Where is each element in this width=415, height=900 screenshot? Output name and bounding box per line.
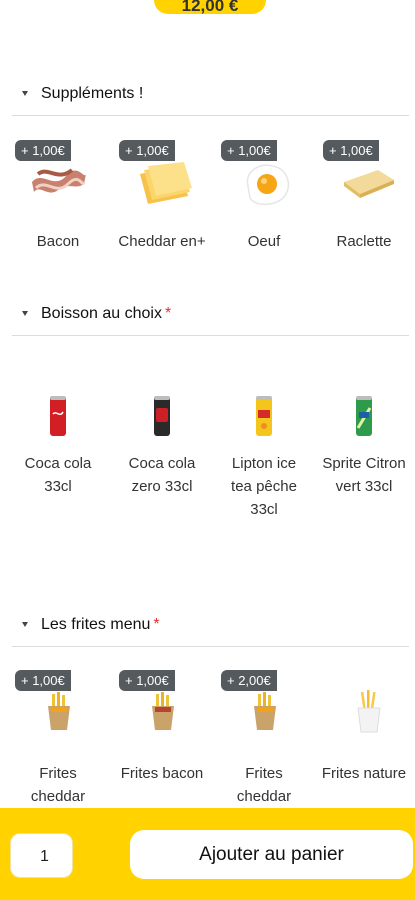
price-badge: + 1,00€ xyxy=(323,140,379,161)
option-label: Bacon xyxy=(36,233,80,250)
required-marker: * xyxy=(153,616,160,633)
caret-down-icon xyxy=(22,311,28,316)
lipton-can-image xyxy=(256,396,272,436)
option-label: Oeuf xyxy=(247,233,281,250)
option-label-line1: Coca cola xyxy=(128,455,196,472)
fries-cheddar-image xyxy=(254,692,276,730)
option-label-line2: zero 33cl xyxy=(131,478,193,495)
section-supplements: Suppléments ! xyxy=(0,80,415,116)
option-sprite[interactable]: Sprite Citron vert 33cl xyxy=(312,390,415,500)
add-to-cart-button[interactable]: Ajouter au panier xyxy=(130,830,413,879)
price-badge: + 1,00€ xyxy=(221,140,277,161)
option-cheddar[interactable]: + 1,00€ Cheddar en+ xyxy=(110,140,214,260)
option-label-line1: Coca cola xyxy=(24,455,92,472)
coca-cola-can-image xyxy=(50,396,66,436)
price-badge: + 1,00€ xyxy=(15,140,71,161)
option-label-line1: Frites xyxy=(39,765,77,782)
section-title: Boisson au choix * xyxy=(41,305,171,323)
price-badge: + 1,00€ xyxy=(119,140,175,161)
raclette-cheese-image xyxy=(344,170,394,198)
fries-cheddar-image xyxy=(48,692,70,730)
option-label: Cheddar en+ xyxy=(118,233,206,250)
section-header-fries[interactable]: Les frites menu * xyxy=(0,611,415,641)
option-label-line2: tea pêche xyxy=(231,478,297,495)
option-label-line1: Frites nature xyxy=(321,765,407,782)
option-raclette[interactable]: + 1,00€ Raclette xyxy=(312,140,415,260)
divider xyxy=(12,115,409,116)
option-frites-cheddar[interactable]: + 1,00€ Frites cheddar xyxy=(6,670,110,810)
fries-nature-image xyxy=(357,690,381,733)
option-label-line3: 33cl xyxy=(250,501,278,518)
price-badge: + 1,00€ xyxy=(119,670,175,691)
option-label-line2: cheddar xyxy=(236,788,292,805)
option-label-line1: Sprite Citron xyxy=(322,455,406,472)
option-oeuf[interactable]: + 1,00€ Oeuf xyxy=(212,140,316,260)
option-coca-cola[interactable]: Coca cola 33cl xyxy=(6,390,110,500)
option-label-line2: 33cl xyxy=(44,478,72,495)
option-frites-bacon[interactable]: + 1,00€ Frites bacon xyxy=(110,670,214,790)
option-label-line1: Frites bacon xyxy=(120,765,204,782)
coca-cola-zero-can-image xyxy=(154,396,170,436)
price-badge: + 2,00€ xyxy=(221,670,277,691)
divider xyxy=(12,646,409,647)
fries-bacon-image xyxy=(152,692,174,730)
quantity-input[interactable]: 1 xyxy=(10,833,73,878)
section-title: Les frites menu * xyxy=(41,616,160,634)
option-bacon[interactable]: + 1,00€ Bacon xyxy=(6,140,110,260)
price-badge: + 1,00€ xyxy=(15,670,71,691)
sprite-can-image xyxy=(356,396,372,436)
option-lipton[interactable]: Lipton ice tea pêche 33cl xyxy=(212,390,316,520)
section-header-supplements[interactable]: Suppléments ! xyxy=(0,80,415,110)
option-frites-nature[interactable]: Frites nature xyxy=(312,670,415,790)
option-label-line1: Frites xyxy=(245,765,283,782)
option-label: Raclette xyxy=(336,233,392,250)
bacon-image xyxy=(32,168,86,193)
section-title: Suppléments ! xyxy=(41,85,144,102)
caret-down-icon xyxy=(22,622,28,627)
section-header-drinks[interactable]: Boisson au choix * xyxy=(0,300,415,330)
caret-down-icon xyxy=(22,91,28,96)
section-title-text: Boisson au choix xyxy=(41,305,162,322)
fried-egg-image xyxy=(246,164,290,206)
section-drinks: Boisson au choix * xyxy=(0,300,415,336)
divider xyxy=(12,335,409,336)
price-pill: 12,00 € xyxy=(154,0,266,14)
option-label-line1: Lipton ice xyxy=(231,455,297,472)
footer-bar: 1 Ajouter au panier xyxy=(0,808,415,900)
option-frites-cheddar-2[interactable]: + 2,00€ Frites cheddar xyxy=(212,670,316,810)
option-label-line2: vert 33cl xyxy=(335,478,393,495)
required-marker: * xyxy=(164,305,172,322)
cheddar-slices-image xyxy=(140,162,192,204)
option-label-line2: cheddar xyxy=(30,788,86,805)
section-title-text: Les frites menu xyxy=(41,616,151,633)
option-coca-cola-zero[interactable]: Coca cola zero 33cl xyxy=(110,390,214,500)
section-fries: Les frites menu * xyxy=(0,611,415,647)
